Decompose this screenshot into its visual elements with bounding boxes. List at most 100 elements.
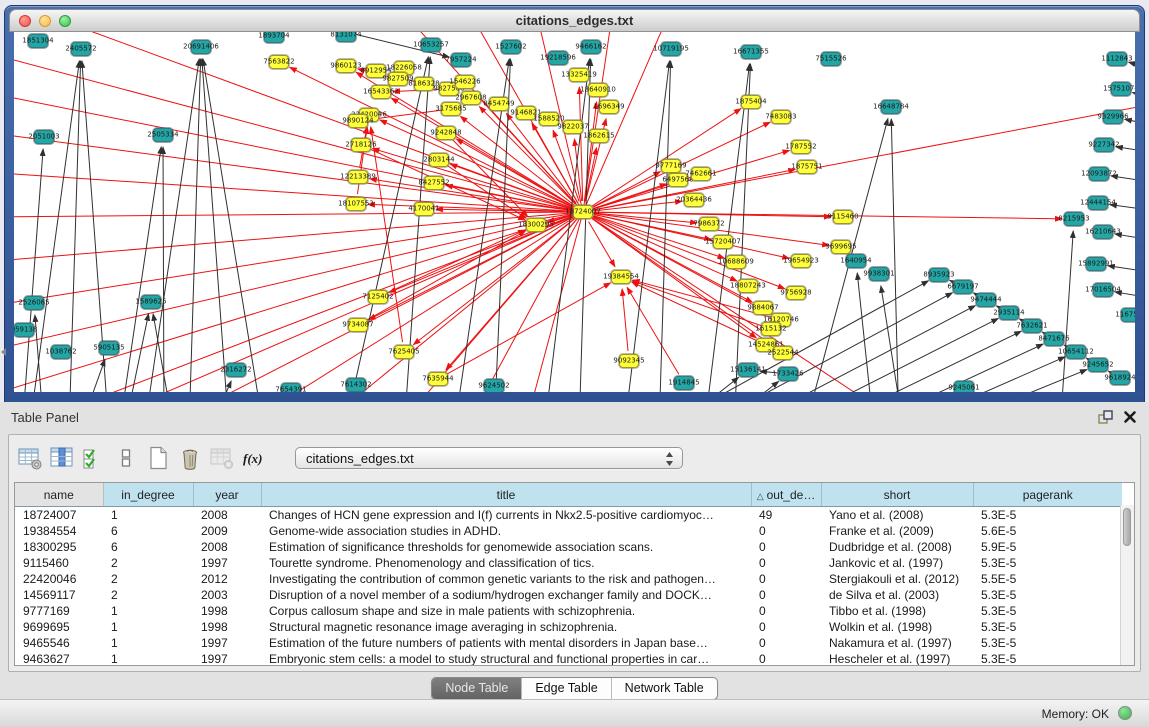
- graph-node[interactable]: 9734087: [348, 318, 368, 332]
- graph-node[interactable]: 8471676: [1044, 332, 1064, 346]
- graph-node[interactable]: 1527602: [501, 40, 521, 54]
- graph-node[interactable]: 16671355: [741, 45, 761, 59]
- function-builder-icon[interactable]: f(x): [241, 445, 267, 471]
- graph-node[interactable]: 9474444: [976, 293, 996, 307]
- graph-node[interactable]: 9245061: [954, 381, 974, 392]
- graph-node[interactable]: 2803144: [429, 153, 449, 167]
- graph-node[interactable]: 9860123: [336, 59, 356, 73]
- graph-node[interactable]: 8427552: [424, 176, 444, 190]
- graph-node[interactable]: 2526065: [24, 296, 44, 310]
- graph-node[interactable]: 959138: [14, 323, 34, 337]
- graph-node[interactable]: 9624502: [484, 379, 504, 392]
- graph-node[interactable]: 1615132: [761, 322, 781, 336]
- graph-node[interactable]: 7625405: [394, 345, 414, 359]
- graph-node[interactable]: 20691406: [191, 40, 211, 54]
- graph-node[interactable]: 1696349: [599, 100, 619, 114]
- graph-node[interactable]: 9827509: [388, 72, 408, 86]
- graph-node[interactable]: 19654923: [791, 254, 811, 268]
- graph-node[interactable]: 2505334: [153, 128, 173, 142]
- table-row[interactable]: 1872400712008Changes of HCN gene express…: [15, 507, 1122, 524]
- graph-node[interactable]: 16648784: [881, 100, 901, 114]
- graph-node[interactable]: 15720407: [713, 235, 733, 249]
- graph-node[interactable]: 5905135: [99, 341, 119, 355]
- graph-node[interactable]: 7957224: [451, 53, 471, 67]
- collapse-left-panel-icon[interactable]: [1, 348, 6, 356]
- graph-node[interactable]: 7632621: [1022, 319, 1042, 333]
- graph-node[interactable]: 18640910: [588, 83, 608, 97]
- column-visibility-icon[interactable]: [49, 445, 75, 471]
- graph-node[interactable]: 2935114: [999, 306, 1019, 320]
- graph-node[interactable]: 18724007: [573, 205, 593, 219]
- table-mode-icon[interactable]: [17, 445, 43, 471]
- graph-node[interactable]: 1038762: [51, 345, 71, 359]
- graph-node[interactable]: 4170041: [414, 202, 434, 216]
- network-canvas[interactable]: 1851304 2405572 20691406 1893704 8131074 1065…: [14, 32, 1135, 392]
- graph-node[interactable]: 1787552: [791, 140, 811, 154]
- graph-node[interactable]: 7614302: [346, 378, 366, 392]
- table-scrollbar-thumb[interactable]: [1123, 508, 1131, 546]
- graph-node[interactable]: 9329966: [1103, 110, 1123, 124]
- graph-node[interactable]: 7654391: [281, 383, 301, 392]
- graph-node[interactable]: 10719195: [661, 42, 681, 56]
- table-row[interactable]: 1456911722003Disruption of a novel membe…: [15, 587, 1122, 603]
- graph-node[interactable]: 9756928: [786, 286, 806, 300]
- column-header-in_degree[interactable]: in_degree: [103, 483, 193, 507]
- table-row[interactable]: 946554611997Estimation of the future num…: [15, 635, 1122, 651]
- graph-node[interactable]: 1862615: [589, 129, 609, 143]
- graph-node[interactable]: 2316272: [226, 363, 246, 377]
- close-window-icon[interactable]: [19, 15, 31, 27]
- graph-node[interactable]: 10653257: [421, 38, 441, 52]
- table-row[interactable]: 969969511998Structural magnetic resonanc…: [15, 619, 1122, 635]
- window-titlebar[interactable]: citations_edges.txt: [9, 9, 1140, 32]
- graph-node[interactable]: 2051003: [34, 130, 54, 144]
- graph-node[interactable]: 7483083: [771, 110, 791, 124]
- graph-node[interactable]: 1851304: [28, 34, 48, 48]
- graph-node[interactable]: 20364436: [684, 193, 704, 207]
- graph-node[interactable]: 18300295: [526, 218, 546, 232]
- graph-node[interactable]: 9699695: [831, 240, 851, 254]
- graph-node[interactable]: 8131074: [336, 32, 356, 42]
- graph-node[interactable]: 1112843: [1107, 52, 1127, 66]
- graph-node[interactable]: 1167533: [1121, 308, 1135, 322]
- graph-node[interactable]: 9466162: [581, 40, 601, 54]
- graph-node[interactable]: 9890124: [348, 114, 368, 128]
- column-header-out_de[interactable]: △out_de…: [751, 483, 821, 507]
- graph-node[interactable]: 1546226: [455, 75, 475, 89]
- graph-node[interactable]: 7986372: [699, 217, 719, 231]
- graph-node[interactable]: 8935923: [929, 268, 949, 282]
- graph-node[interactable]: 7563822: [269, 55, 289, 69]
- graph-node[interactable]: 16210643: [1093, 225, 1113, 239]
- row-select-icon[interactable]: [113, 445, 139, 471]
- graph-node[interactable]: 2405572: [71, 42, 91, 56]
- memory-status-indicator[interactable]: [1118, 706, 1132, 720]
- graph-node[interactable]: 2718126: [351, 138, 371, 152]
- zoom-window-icon[interactable]: [59, 15, 71, 27]
- table-scrollbar[interactable]: [1120, 505, 1134, 665]
- column-header-year[interactable]: year: [193, 483, 261, 507]
- graph-node[interactable]: 19384554: [611, 270, 631, 284]
- graph-node[interactable]: 9618924: [1110, 371, 1130, 385]
- graph-node[interactable]: 8186328: [414, 77, 434, 91]
- graph-node[interactable]: 10688609: [726, 255, 746, 269]
- graph-node[interactable]: 1893704: [264, 32, 284, 43]
- column-header-pagerank[interactable]: pagerank: [973, 483, 1122, 507]
- graph-node[interactable]: 18107553: [346, 197, 366, 211]
- delete-column-icon[interactable]: [177, 445, 203, 471]
- graph-node[interactable]: 6679197: [953, 280, 973, 294]
- table-row[interactable]: 911546021997Tourette syndrome. Phenomeno…: [15, 555, 1122, 571]
- network-table-select[interactable]: citations_edges.txt: [295, 447, 683, 469]
- column-header-short[interactable]: short: [821, 483, 973, 507]
- graph-node[interactable]: 15892991: [1086, 257, 1106, 271]
- create-column-icon[interactable]: [145, 445, 171, 471]
- graph-node[interactable]: 16543362: [371, 85, 391, 99]
- graph-node[interactable]: 1914845: [674, 376, 694, 390]
- graph-node[interactable]: 15751074: [1111, 82, 1131, 96]
- graph-node[interactable]: 9777169: [661, 159, 681, 173]
- graph-node[interactable]: 18807243: [738, 279, 758, 293]
- table-row[interactable]: 2242004622012Investigating the contribut…: [15, 571, 1122, 587]
- tab-network-table[interactable]: Network Table: [611, 678, 717, 699]
- table-row[interactable]: 1938455462009Genome-wide association stu…: [15, 523, 1122, 539]
- graph-node[interactable]: 9938301: [869, 267, 889, 281]
- graph-node[interactable]: 12444154: [1088, 196, 1108, 210]
- graph-node[interactable]: 1588520: [539, 112, 559, 126]
